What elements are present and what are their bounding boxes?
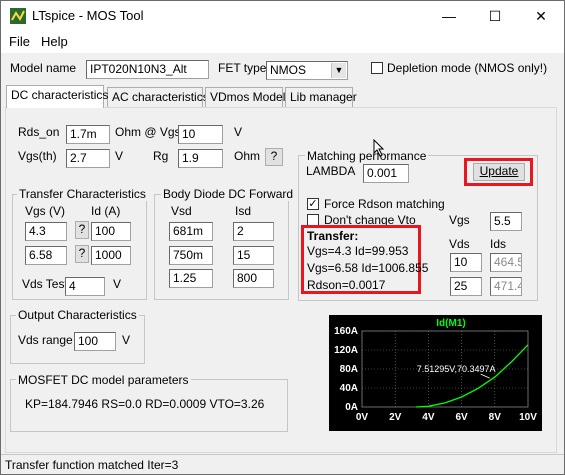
transfer-id-input-1[interactable]: 100 (91, 222, 131, 241)
matching-ids-output-2: 471.4 (490, 277, 522, 296)
y-tick-label: 0A (345, 402, 358, 413)
lambda-input[interactable]: 0.001 (363, 164, 409, 183)
depletion-mode-label: Depletion mode (NMOS only!) (387, 61, 548, 75)
x-tick-label: 2V (389, 412, 402, 423)
matching-vgs-input[interactable]: 5.5 (490, 212, 522, 231)
vds-range-input[interactable]: 100 (74, 332, 116, 351)
model-parameters-text: KP=184.7946 RS=0.0 RD=0.0009 VTO=3.26 (25, 397, 265, 411)
transfer-vgs-header: Vgs (V) (25, 204, 66, 218)
body-diode-title: Body Diode DC Forward (161, 187, 296, 201)
status-bar: Transfer function matched Iter=3 (1, 454, 564, 474)
transfer-result-line-1: Vgs=4.3 Id=99.953 (307, 244, 409, 258)
force-rdson-label: Force Rdson matching (324, 197, 445, 211)
menu-help[interactable]: Help (41, 34, 68, 49)
matching-vds-input-2[interactable]: 25 (450, 277, 482, 296)
vds-test-input[interactable]: 4 (65, 277, 105, 296)
transfer-vgs-input-2[interactable]: 6.58 (25, 246, 67, 265)
transfer-help-button-1[interactable]: ? (75, 221, 89, 239)
diode-isd-input-2[interactable]: 15 (233, 246, 274, 265)
mos-tool-window: LTspice - MOS Tool — ☐ ✕ File Help Model… (0, 0, 565, 475)
diode-isd-input-1[interactable]: 2 (233, 222, 274, 241)
rg-label: Rg (153, 149, 169, 163)
id-vgs-plot: 0V 2V 4V 6V 8V 10V 0A 40A 80A 120A 160A Id(M1) 7.5… (329, 315, 542, 431)
vds-range-unit: V (122, 333, 131, 347)
fet-type-label: FET type (218, 61, 267, 75)
chevron-down-icon: ▼ (331, 63, 346, 78)
model-name-label: Model name (10, 61, 77, 75)
rg-help-button[interactable]: ? (265, 148, 283, 166)
diode-isd-header: Isd (235, 204, 252, 218)
vgs-th-unit-label: V (115, 149, 124, 163)
model-parameters-title: MOSFET DC model parameters (16, 373, 191, 387)
diode-vsd-input-3[interactable]: 1.25 (169, 269, 213, 288)
vgs-th-label: Vgs(th) (18, 149, 57, 163)
matching-performance-title: Matching performance (305, 149, 429, 163)
matching-ids-output-1: 464.5 (490, 253, 522, 272)
y-tick-label: 80A (340, 364, 358, 375)
rds-on-label: Rds_on (18, 125, 60, 139)
close-button[interactable]: ✕ (518, 1, 564, 31)
transfer-result-line-2: Vgs=6.58 Id=1006.855 (307, 261, 429, 275)
transfer-id-input-2[interactable]: 1000 (91, 246, 131, 265)
menu-bar: File Help (1, 31, 564, 53)
diode-vsd-input-1[interactable]: 681m (169, 222, 213, 241)
diode-vsd-header: Vsd (171, 204, 192, 218)
update-button[interactable]: Update (473, 163, 525, 181)
rds-on-input[interactable]: 1.7m (66, 125, 110, 144)
x-tick-label: 4V (422, 412, 435, 423)
force-rdson-checkbox[interactable]: ✓ (307, 198, 319, 210)
output-characteristics-title: Output Characteristics (16, 308, 139, 322)
title-bar: LTspice - MOS Tool — ☐ ✕ (1, 1, 564, 31)
tab-lib-manager[interactable]: Lib manager (285, 87, 357, 107)
matching-ids-label: Ids (490, 237, 507, 251)
window-title: LTspice - MOS Tool (32, 8, 144, 23)
cursor-annotation: 7.51295V,70.3497A (417, 364, 496, 374)
vds-test-label: Vds Test (22, 277, 68, 291)
ltspice-app-icon (10, 8, 26, 24)
menu-file[interactable]: File (9, 34, 30, 49)
vgs-th-input[interactable]: 2.7 (66, 149, 110, 168)
matching-vds-label: Vds (449, 237, 470, 251)
x-tick-label: 10V (519, 412, 537, 423)
y-tick-label: 160A (334, 326, 358, 337)
rg-input[interactable]: 1.9 (178, 149, 223, 168)
mouse-cursor-icon (373, 139, 385, 157)
x-tick-label: 8V (489, 412, 502, 423)
y-tick-label: 120A (334, 345, 358, 356)
fet-type-select[interactable]: NMOS ▼ (266, 61, 348, 80)
ohm-at-vgs-label: Ohm @ Vgs= (115, 125, 188, 139)
depletion-mode-checkbox[interactable] (371, 62, 383, 74)
transfer-result-line-3: Rdson=0.0017 (307, 278, 386, 292)
matching-vgs-label: Vgs (449, 213, 470, 227)
vds-range-label: Vds range (18, 333, 73, 347)
status-text: Transfer function matched Iter=3 (5, 458, 179, 472)
minimize-button[interactable]: — (426, 1, 472, 31)
y-tick-label: 40A (340, 383, 358, 394)
tab-ac-characteristics[interactable]: AC characteristics (107, 87, 209, 107)
diode-isd-input-3[interactable]: 800 (233, 269, 274, 288)
transfer-result-title: Transfer: (307, 229, 359, 243)
tab-dc-characteristics[interactable]: DC characteristics (6, 85, 108, 108)
diode-vsd-input-2[interactable]: 750m (169, 246, 213, 265)
vds-test-unit: V (113, 277, 122, 291)
tab-vdmos-model[interactable]: VDmos Model (205, 87, 285, 107)
volt-unit-label: V (234, 125, 243, 139)
transfer-vgs-input-1[interactable]: 4.3 (25, 222, 67, 241)
maximize-button[interactable]: ☐ (472, 1, 518, 31)
x-tick-label: 0V (356, 412, 369, 423)
ohm-label: Ohm (234, 149, 261, 163)
matching-vds-input-1[interactable]: 10 (450, 253, 482, 272)
plot-title: Id(M1) (436, 318, 465, 329)
x-tick-label: 6V (455, 412, 468, 423)
model-name-input[interactable]: IPT020N10N3_Alt (86, 60, 209, 79)
transfer-help-button-2[interactable]: ? (75, 245, 89, 263)
fet-type-value: NMOS (270, 63, 306, 77)
transfer-characteristics-title: Transfer Characteristics (17, 187, 148, 201)
lambda-label: LAMBDA (306, 164, 356, 178)
rds-on-vgs-input[interactable]: 10 (178, 125, 223, 144)
transfer-id-header: Id (A) (91, 204, 121, 218)
